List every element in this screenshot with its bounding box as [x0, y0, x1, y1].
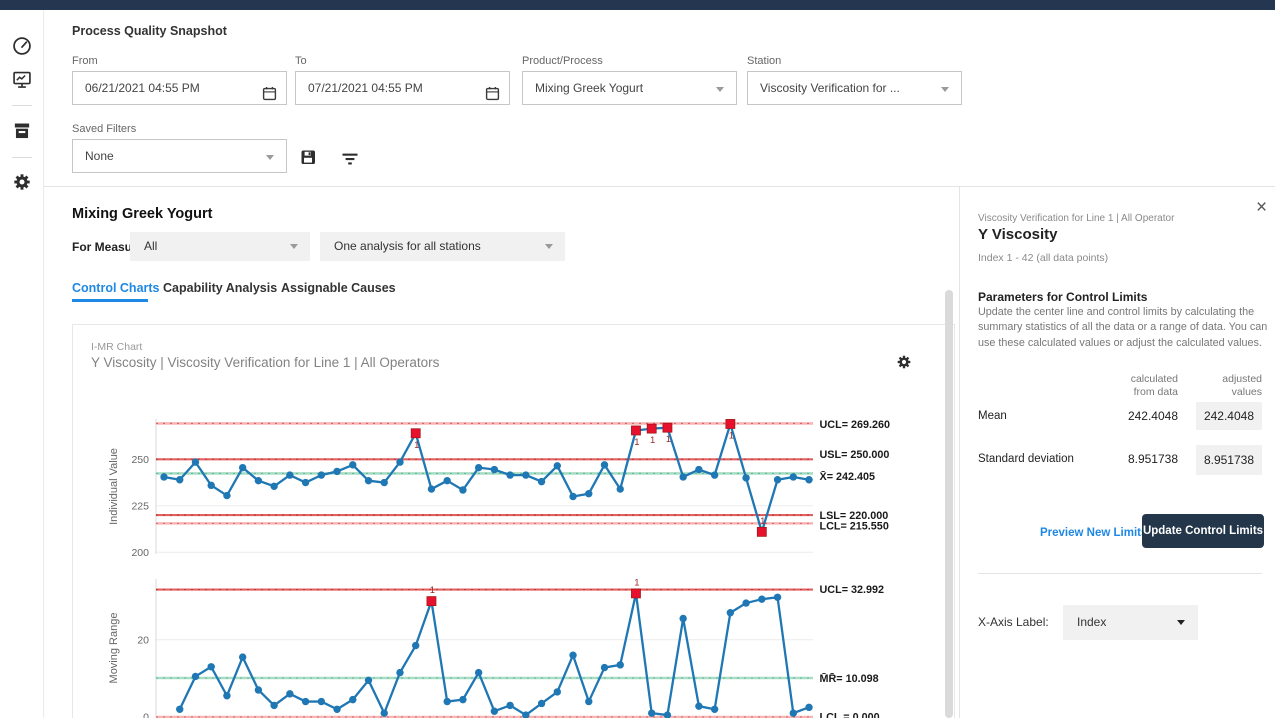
dashboard-gauge-icon[interactable]	[11, 35, 33, 57]
calculated-column-header: calculated from data	[1110, 373, 1178, 399]
measure-select[interactable]: All	[130, 232, 310, 261]
tab-control-charts[interactable]: Control Charts	[72, 281, 160, 295]
tab-capability-analysis[interactable]: Capability Analysis	[163, 281, 277, 295]
svg-text:M̄R̄= 10.098: M̄R̄= 10.098	[820, 673, 879, 685]
svg-text:UCL= 32.992: UCL= 32.992	[820, 584, 885, 596]
to-date-value: 07/21/2021 04:55 PM	[308, 81, 423, 95]
page-title: Process Quality Snapshot	[72, 24, 227, 38]
x-axis-value: Index	[1077, 615, 1106, 629]
analysis-mode-value: One analysis for all stations	[334, 239, 481, 253]
chevron-down-icon	[545, 244, 553, 249]
control-limits-panel: × Viscosity Verification for Line 1 | Al…	[960, 186, 1275, 718]
svg-text:LCL= 215.550: LCL= 215.550	[820, 521, 889, 533]
main-scrollbar[interactable]	[945, 290, 953, 718]
settings-gear-icon[interactable]	[11, 171, 33, 193]
mean-adjusted-input[interactable]: 242.4048	[1196, 402, 1262, 430]
stddev-adjusted-input[interactable]: 8.951738	[1196, 445, 1262, 475]
panel-title: Y Viscosity	[978, 226, 1058, 243]
sidebar-divider	[12, 105, 32, 106]
to-date-input[interactable]: 07/21/2021 04:55 PM	[295, 71, 510, 105]
stddev-calculated-value: 8.951738	[1070, 452, 1178, 466]
to-label: To	[295, 55, 307, 67]
individual-value-chart: 250 225 200 Individual Value UCL= 269.260 USL…	[101, 411, 956, 569]
panel-section-divider	[978, 573, 1262, 574]
monitor-chart-icon[interactable]	[11, 69, 33, 91]
sidebar-divider	[12, 157, 32, 158]
saved-filters-select[interactable]: None	[72, 139, 287, 173]
params-heading: Parameters for Control Limits	[978, 290, 1147, 304]
saved-filters-label: Saved Filters	[72, 123, 136, 135]
calendar-icon[interactable]	[262, 81, 277, 105]
mean-calculated-value: 242.4048	[1070, 409, 1178, 423]
product-process-select[interactable]: Mixing Greek Yogurt	[522, 71, 737, 105]
chart-type-label: I-MR Chart	[91, 341, 142, 353]
analysis-mode-select[interactable]: One analysis for all stations	[320, 232, 565, 261]
svg-text:1: 1	[650, 435, 655, 446]
station-label: Station	[747, 55, 781, 67]
svg-text:1: 1	[414, 440, 419, 451]
svg-text:250: 250	[131, 454, 149, 466]
svg-text:1: 1	[729, 430, 734, 441]
chart-title: Y Viscosity | Viscosity Verification for…	[91, 355, 439, 370]
filter-icon[interactable]	[341, 150, 359, 168]
svg-text:Moving Range: Moving Range	[108, 613, 120, 684]
app-window: Process Quality Snapshot From 06/21/2021…	[0, 0, 1275, 718]
imr-chart-card: I-MR Chart Y Viscosity | Viscosity Verif…	[72, 324, 955, 718]
mean-row-label: Mean	[978, 410, 1007, 422]
preview-new-limits-link[interactable]: Preview New Limits	[1040, 527, 1147, 539]
update-control-limits-button[interactable]: Update Control Limits	[1142, 514, 1264, 548]
process-heading: Mixing Greek Yogurt	[72, 206, 212, 222]
svg-text:0: 0	[143, 712, 149, 718]
tab-assignable-causes[interactable]: Assignable Causes	[281, 281, 396, 295]
product-process-label: Product/Process	[522, 55, 603, 67]
top-bar	[0, 0, 1275, 10]
svg-text:UCL= 269.260: UCL= 269.260	[820, 419, 891, 431]
station-select[interactable]: Viscosity Verification for ...	[747, 71, 962, 105]
moving-range-chart: 20 0 Moving Range UCL= 32.992 M̄R̄= 10.098 LC…	[101, 573, 956, 718]
from-date-value: 06/21/2021 04:55 PM	[85, 81, 200, 95]
from-date-input[interactable]: 06/21/2021 04:55 PM	[72, 71, 287, 105]
chevron-down-icon	[1177, 620, 1185, 625]
svg-text:1: 1	[634, 577, 639, 588]
stddev-row-label: Standard deviation	[978, 453, 1074, 465]
x-axis-select[interactable]: Index	[1063, 605, 1198, 640]
chevron-down-icon	[266, 155, 274, 160]
svg-text:225: 225	[131, 500, 149, 512]
active-tab-underline	[72, 299, 148, 302]
chevron-down-icon	[716, 87, 724, 92]
svg-text:Individual Value: Individual Value	[108, 448, 120, 525]
from-label: From	[72, 55, 98, 67]
close-icon[interactable]: ×	[1256, 198, 1267, 217]
station-value: Viscosity Verification for ...	[760, 81, 900, 95]
svg-text:20: 20	[137, 634, 149, 646]
sidebar	[0, 10, 44, 718]
params-description: Update the center line and control limit…	[978, 305, 1270, 351]
panel-subtitle: Viscosity Verification for Line 1 | All …	[978, 213, 1174, 224]
chevron-down-icon	[941, 87, 949, 92]
svg-text:1: 1	[666, 434, 671, 445]
svg-text:LCL = 0.000: LCL = 0.000	[820, 712, 880, 718]
measure-value: All	[144, 239, 157, 253]
save-filter-icon[interactable]	[300, 149, 317, 166]
chevron-down-icon	[290, 244, 298, 249]
svg-text:1: 1	[760, 516, 765, 527]
svg-text:X̄= 242.405: X̄= 242.405	[820, 471, 876, 483]
panel-index-range: Index 1 - 42 (all data points)	[978, 252, 1108, 264]
svg-text:200: 200	[131, 547, 149, 559]
saved-filters-value: None	[85, 149, 114, 163]
chart-settings-gear-icon[interactable]	[895, 353, 913, 371]
calendar-icon[interactable]	[485, 81, 500, 105]
x-axis-label: X-Axis Label:	[978, 615, 1049, 629]
product-process-value: Mixing Greek Yogurt	[535, 81, 643, 95]
adjusted-column-header: adjusted values	[1196, 373, 1262, 399]
archive-box-icon[interactable]	[11, 120, 33, 142]
svg-text:USL= 250.000: USL= 250.000	[820, 449, 890, 461]
svg-text:1: 1	[634, 437, 639, 448]
svg-text:1: 1	[430, 585, 435, 596]
